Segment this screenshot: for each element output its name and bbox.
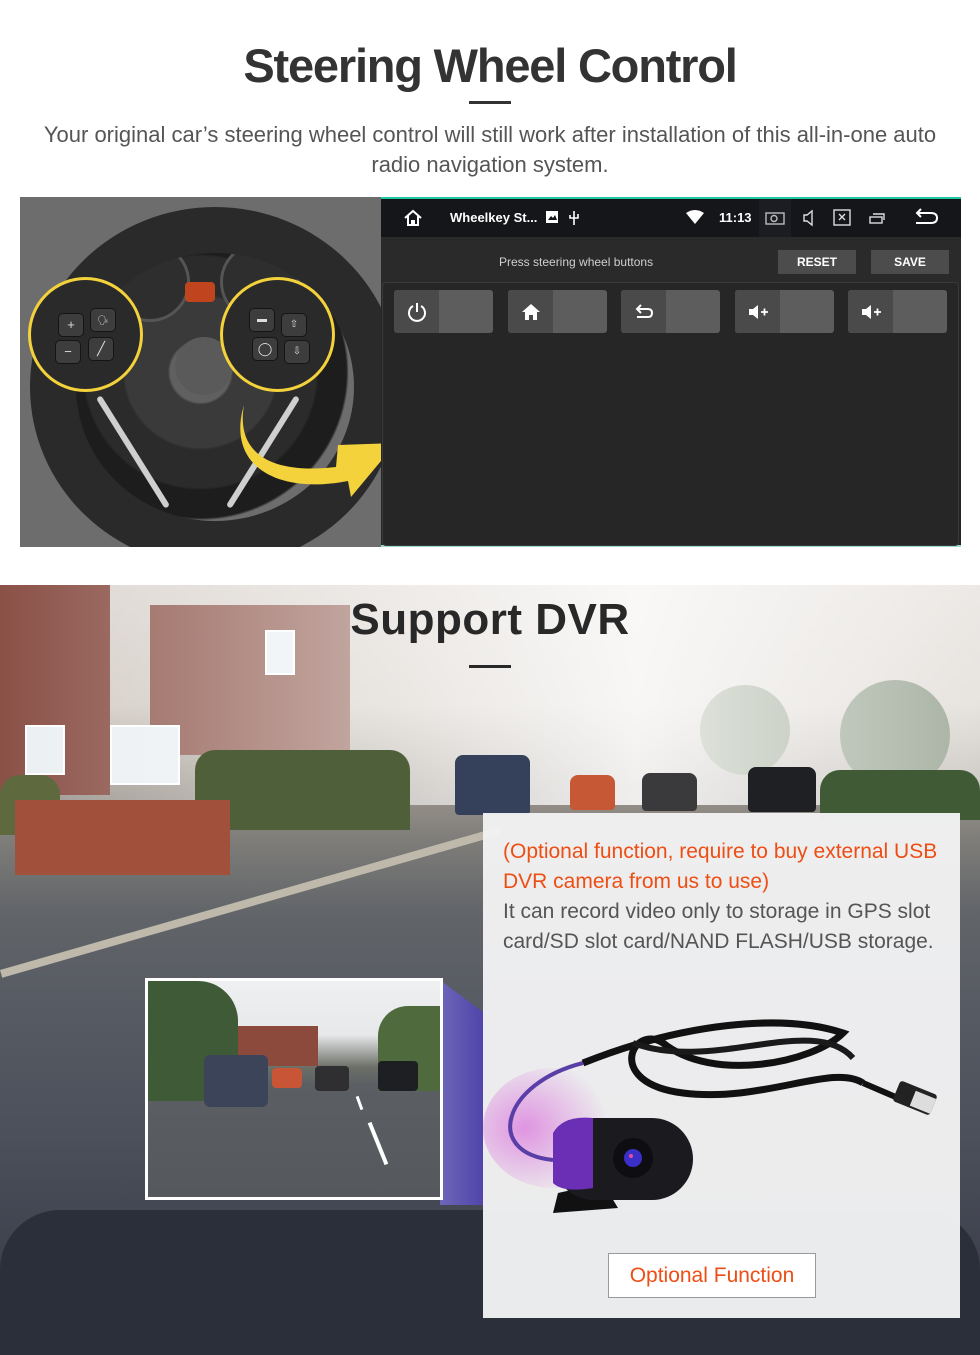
up-arrow-icon: ⇧ [289,319,299,330]
volume-down-wheel-button: − [55,340,81,364]
preview-car [272,1068,302,1088]
wheel-key-panel [382,282,959,546]
usb-icon [567,210,581,226]
down-arrow-icon: ⇩ [292,346,302,357]
back-icon[interactable] [913,208,939,228]
volume-up-wheel-button: + [58,313,84,337]
instruction-text: Press steering wheel buttons [499,255,654,269]
dvr-description: It can record video only to storage in G… [503,900,934,953]
title-divider [469,101,511,104]
screenshot-icon[interactable] [765,208,785,228]
clock: 11:13 [719,210,752,225]
lane-marking [367,1121,389,1166]
image-icon [545,210,559,224]
key-slot-home[interactable] [508,290,607,333]
circle-icon: ◯ [257,341,273,356]
right-controls-magnifier: ▬ ⇧ ◯ ⇩ [220,277,335,392]
reset-button[interactable]: RESET [778,250,856,274]
key-slot-volume-up[interactable] [735,290,834,333]
section-description: Your original car’s steering wheel contr… [43,122,937,177]
usb-dvr-camera-icon [483,1019,937,1213]
home-icon[interactable] [403,208,423,228]
preview-car [204,1055,268,1107]
optional-function-tag: Optional Function [608,1253,816,1298]
yellow-arrow-icon [240,405,396,497]
brick-wall [15,800,230,875]
close-window-icon[interactable] [832,208,852,228]
section-title: Support DVR [350,595,630,644]
dvr-recording-preview [145,978,443,1200]
optional-note: (Optional function, require to buy exter… [503,840,938,893]
dvr-section: Support DVR (Optional function, require … [0,585,980,1355]
wheel-key-toolbar: Press steering wheel buttons RESET SAVE [381,237,961,285]
up-wheel-button: ⇧ [281,313,307,337]
key-slot-back[interactable] [621,290,720,333]
parked-car [570,775,615,810]
parked-car [748,767,816,812]
source-wheel-button: ◯ [252,337,278,361]
mode-icon: ▬ [257,314,267,325]
projection-beam [440,980,485,1205]
mode-wheel-button: ▬ [249,308,275,332]
down-wheel-button: ⇩ [284,340,310,364]
back-icon [621,290,666,333]
call-wheel-button: ╱ [88,337,114,361]
volume-up-icon [848,290,893,333]
dvr-info-card: (Optional function, require to buy exter… [483,813,960,1318]
home-icon [508,290,553,333]
left-controls-magnifier: + − 🗣 ╱ [28,277,143,392]
section-title: Steering Wheel Control [243,39,737,92]
save-button[interactable]: SAVE [871,250,949,274]
volume-icon[interactable] [799,208,819,228]
parked-car [455,755,530,815]
voice-icon: 🗣 [97,315,109,325]
android-status-bar: Wheelkey St... 11:13 [381,199,961,237]
volume-up-icon [735,290,780,333]
app-title: Wheelkey St... [450,210,538,225]
recent-apps-icon[interactable] [867,208,887,228]
preview-car [378,1061,418,1091]
voice-wheel-button: 🗣 [90,308,116,332]
key-slot-volume-up[interactable] [848,290,947,333]
steering-wheel-section: Steering Wheel Control Your original car… [0,0,980,580]
phone-icon: ╱ [97,341,105,356]
power-icon [394,290,439,333]
lane-marking [355,1095,364,1111]
wifi-icon [686,210,704,224]
parked-car [642,773,697,811]
title-divider [469,665,511,668]
key-slot-power[interactable] [394,290,493,333]
preview-car [315,1066,349,1091]
head-unit-screen: Wheelkey St... 11:13 Press steering whee… [381,197,961,547]
